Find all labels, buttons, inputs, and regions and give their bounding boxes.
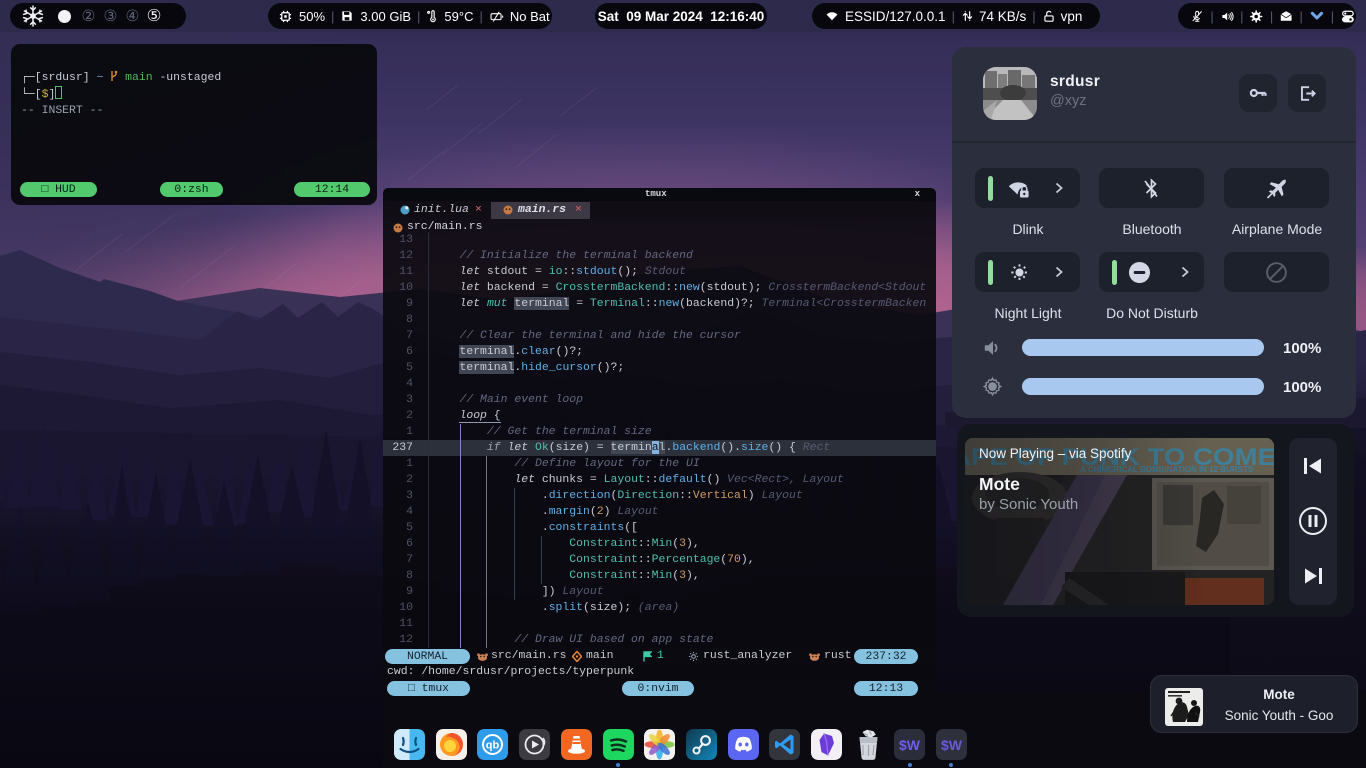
svg-text:$W: $W (941, 737, 963, 753)
svg-text:qb: qb (486, 740, 500, 752)
svg-text:$W: $W (899, 737, 921, 753)
